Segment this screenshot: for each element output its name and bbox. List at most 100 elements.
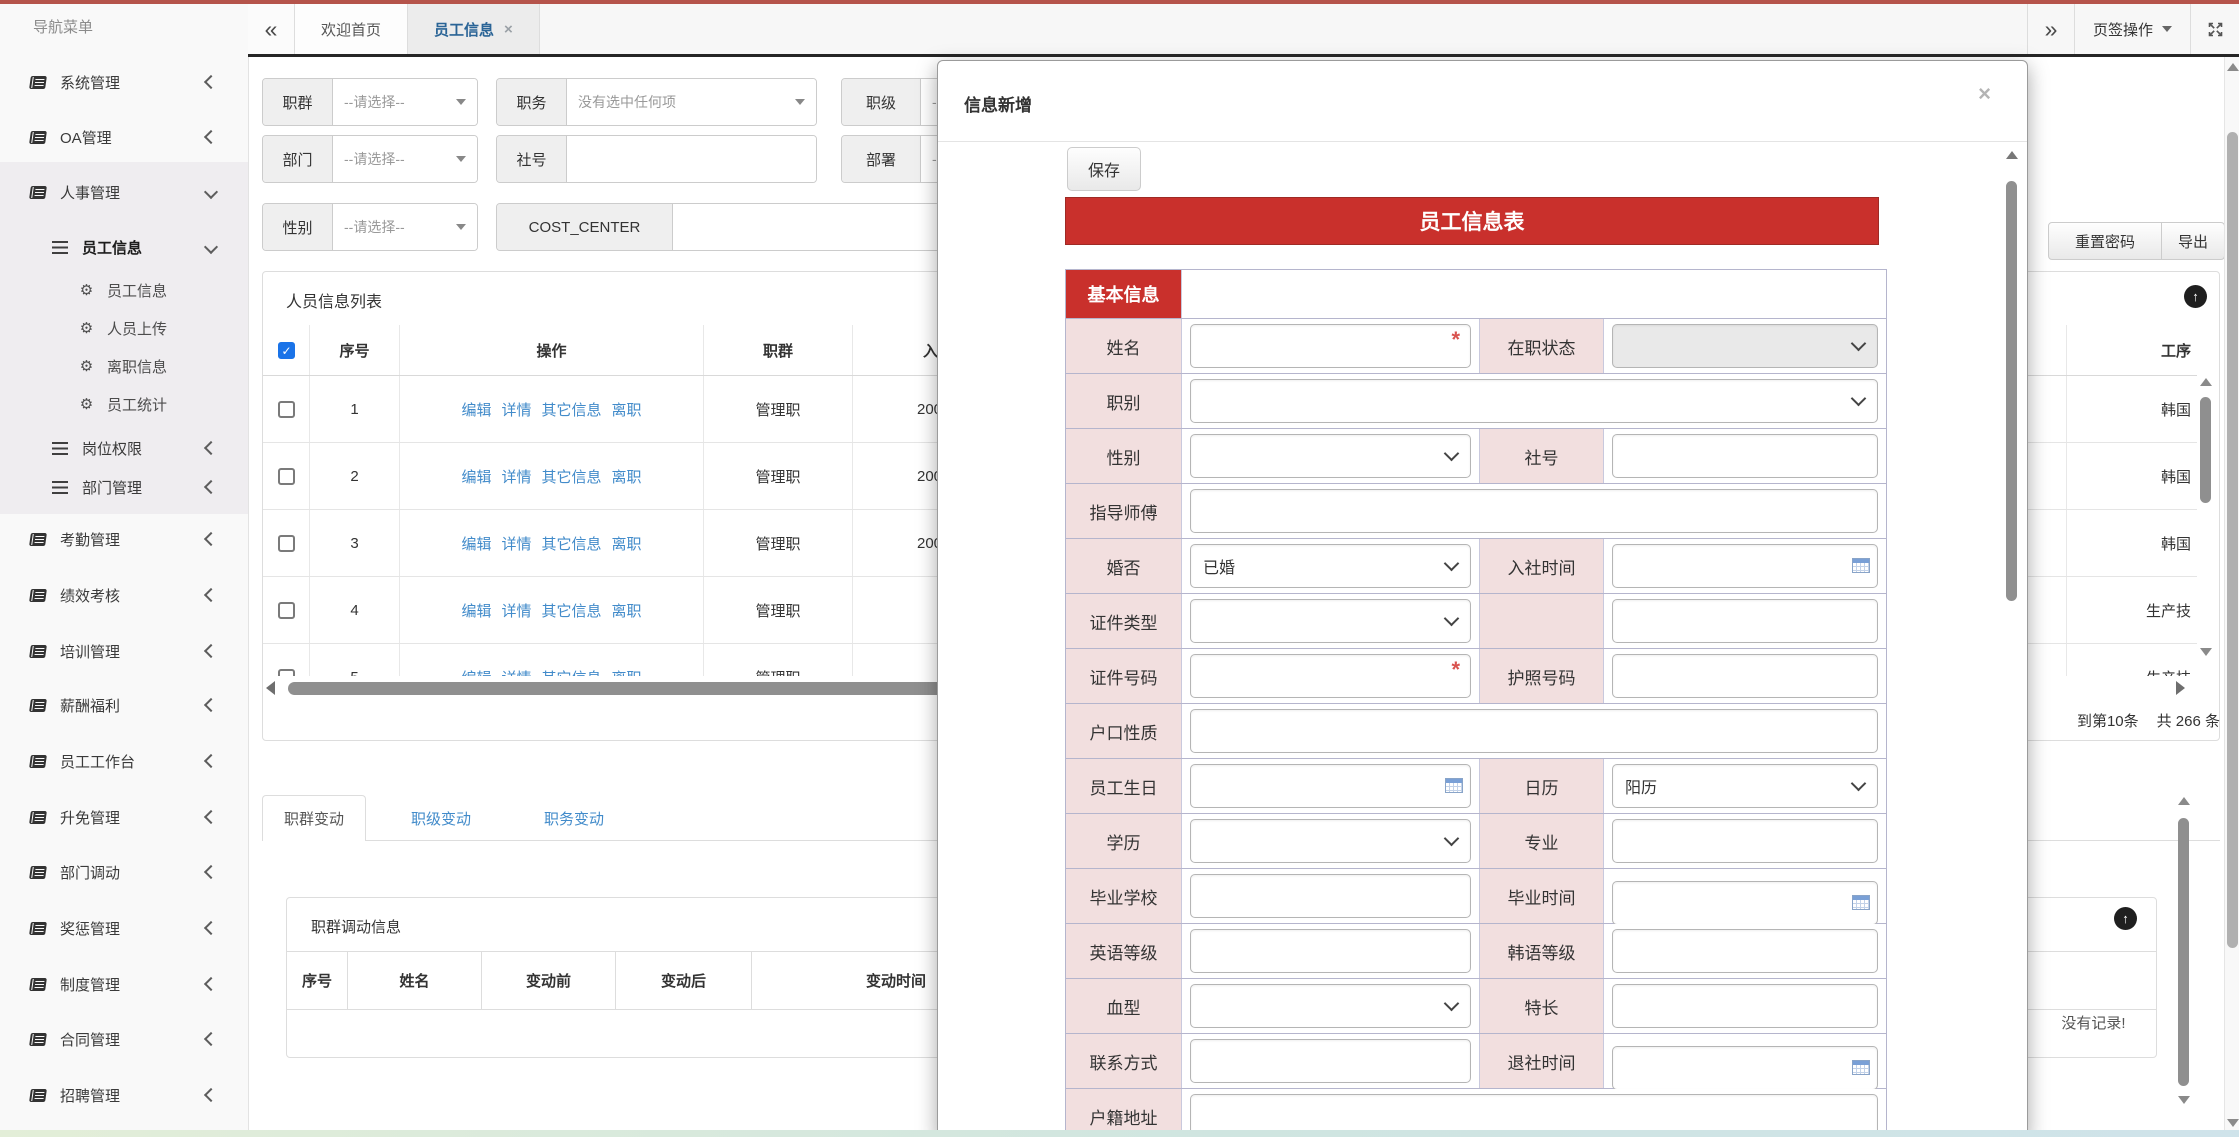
- gender-select[interactable]: --请选择--: [333, 204, 477, 250]
- sidebar-item-contract-mgmt[interactable]: 合同管理: [0, 1019, 248, 1059]
- gender-select[interactable]: [1190, 434, 1471, 478]
- other-info-link[interactable]: 其它信息: [542, 533, 602, 554]
- sidebar-item-attendance-mgmt[interactable]: 考勤管理: [0, 519, 248, 559]
- other-info-link[interactable]: 其它信息: [542, 667, 602, 677]
- table-vertical-scrollbar-thumb[interactable]: [2200, 397, 2211, 503]
- extra-input[interactable]: [1612, 599, 1878, 643]
- cost-center-input[interactable]: [673, 204, 939, 250]
- blood-type-select[interactable]: [1190, 984, 1471, 1028]
- other-info-link[interactable]: 其它信息: [542, 399, 602, 420]
- table-scroll-down-arrow[interactable]: [2200, 648, 2212, 656]
- tabs-scroll-right-button[interactable]: »: [2027, 4, 2074, 54]
- detail-link[interactable]: 详情: [501, 667, 531, 677]
- leave-date-input[interactable]: [1612, 1046, 1878, 1090]
- tab-job-level-change[interactable]: 职级变动: [388, 795, 494, 841]
- tab-job-group-change[interactable]: 职群变动: [262, 795, 366, 841]
- export-button[interactable]: 导出: [2161, 222, 2225, 260]
- resign-link[interactable]: 离职: [612, 600, 642, 621]
- table-scroll-up-arrow[interactable]: [2200, 378, 2212, 386]
- sidebar-item-reward-punish[interactable]: 奖惩管理: [0, 908, 248, 948]
- bottom-vertical-scrollbar-thumb[interactable]: [2178, 818, 2189, 1086]
- resign-link[interactable]: 离职: [612, 533, 642, 554]
- edit-link[interactable]: 编辑: [461, 466, 491, 487]
- mentor-input[interactable]: [1190, 489, 1878, 533]
- sidebar-item-person-upload[interactable]: ⚙ 人员上传: [0, 309, 248, 347]
- scroll-top-icon[interactable]: ↑: [2184, 285, 2207, 308]
- name-input[interactable]: *: [1190, 324, 1471, 368]
- scroll-top-icon[interactable]: ↑: [2114, 907, 2137, 930]
- detail-link[interactable]: 详情: [501, 533, 531, 554]
- calendar-icon[interactable]: [1852, 558, 1870, 573]
- join-date-input[interactable]: [1612, 544, 1878, 588]
- calendar-icon[interactable]: [1852, 895, 1870, 910]
- sidebar-item-post-permission[interactable]: 岗位权限: [0, 428, 248, 468]
- modal-scrollbar-thumb[interactable]: [2006, 181, 2017, 601]
- sidebar-item-dept-transfer[interactable]: 部门调动: [0, 852, 248, 892]
- sidebar-item-employee-info-menu[interactable]: 员工信息: [0, 227, 248, 267]
- resign-link[interactable]: 离职: [612, 399, 642, 420]
- tab-job-title-change[interactable]: 职务变动: [521, 795, 627, 841]
- modal-close-icon[interactable]: ×: [1978, 83, 1991, 105]
- row-checkbox[interactable]: [278, 401, 295, 418]
- sidebar-item-dept-mgmt[interactable]: 部门管理: [0, 467, 248, 507]
- education-select[interactable]: [1190, 819, 1471, 863]
- row-checkbox[interactable]: [278, 535, 295, 552]
- row-checkbox[interactable]: [278, 468, 295, 485]
- major-input[interactable]: [1612, 819, 1878, 863]
- other-info-link[interactable]: 其它信息: [542, 600, 602, 621]
- id-number-input[interactable]: *: [1190, 654, 1471, 698]
- employment-status-select[interactable]: [1612, 324, 1878, 368]
- edit-link[interactable]: 编辑: [461, 600, 491, 621]
- job-title-multiselect[interactable]: 没有选中任何项: [567, 79, 816, 125]
- passport-input[interactable]: [1612, 654, 1878, 698]
- sidebar-item-oa-mgmt[interactable]: OA管理: [0, 117, 248, 157]
- sidebar-item-system-mgmt[interactable]: 系统管理: [0, 62, 248, 102]
- specialty-input[interactable]: [1612, 984, 1878, 1028]
- company-id-input[interactable]: [567, 136, 816, 182]
- filter-department[interactable]: 部门 --请选择--: [262, 135, 478, 183]
- table-scroll-left-arrow[interactable]: [266, 681, 275, 695]
- calendar-icon[interactable]: [1852, 1060, 1870, 1075]
- filter-job-group[interactable]: 职群 --请选择--: [262, 78, 478, 126]
- detail-link[interactable]: 详情: [501, 600, 531, 621]
- sidebar-item-recruit-mgmt[interactable]: 招聘管理: [0, 1075, 248, 1115]
- sidebar-item-employee-info[interactable]: ⚙ 员工信息: [0, 271, 248, 309]
- edit-link[interactable]: 编辑: [461, 399, 491, 420]
- filter-company-id[interactable]: 社号: [496, 135, 817, 183]
- sidebar-item-hr-mgmt[interactable]: 人事管理: [0, 172, 248, 212]
- bottom-scroll-down-arrow[interactable]: [2178, 1096, 2190, 1104]
- close-icon[interactable]: ×: [504, 21, 513, 38]
- sidebar-item-promotion-mgmt[interactable]: 升免管理: [0, 797, 248, 837]
- hukou-input[interactable]: [1190, 709, 1878, 753]
- page-scrollbar-thumb[interactable]: [2227, 132, 2238, 948]
- english-level-input[interactable]: [1190, 929, 1471, 973]
- detail-link[interactable]: 详情: [501, 466, 531, 487]
- other-info-link[interactable]: 其它信息: [542, 466, 602, 487]
- row-checkbox[interactable]: [278, 669, 295, 677]
- korean-level-input[interactable]: [1612, 929, 1878, 973]
- select-all-checkbox[interactable]: [278, 342, 295, 359]
- job-group-select[interactable]: --请选择--: [333, 79, 477, 125]
- tab-welcome-home[interactable]: 欢迎首页: [295, 4, 408, 54]
- sidebar-item-employee-stats[interactable]: ⚙ 员工统计: [0, 385, 248, 423]
- resign-link[interactable]: 离职: [612, 466, 642, 487]
- marital-select[interactable]: 已婚: [1190, 544, 1471, 588]
- company-id-input[interactable]: [1612, 434, 1878, 478]
- job-category-select[interactable]: [1190, 379, 1878, 423]
- contact-input[interactable]: [1190, 1039, 1471, 1083]
- tab-employee-info[interactable]: 员工信息 ×: [408, 4, 540, 54]
- reset-password-button[interactable]: 重置密码: [2048, 222, 2162, 260]
- fullscreen-button[interactable]: [2190, 4, 2239, 54]
- resign-link[interactable]: 离职: [612, 667, 642, 677]
- school-input[interactable]: [1190, 874, 1471, 918]
- page-scroll-down-arrow[interactable]: [2227, 1119, 2239, 1127]
- modal-scroll-up-arrow[interactable]: [2006, 151, 2018, 159]
- calendar-type-select[interactable]: 阳历: [1612, 764, 1878, 808]
- page-scroll-up-arrow[interactable]: [2227, 63, 2239, 71]
- sidebar-item-employee-workbench[interactable]: 员工工作台: [0, 741, 248, 781]
- row-checkbox[interactable]: [278, 602, 295, 619]
- tabs-scroll-left-button[interactable]: «: [248, 4, 295, 54]
- department-select[interactable]: --请选择--: [333, 136, 477, 182]
- page-scrollbar[interactable]: [2224, 57, 2239, 1137]
- sidebar-item-resign-info[interactable]: ⚙ 离职信息: [0, 347, 248, 385]
